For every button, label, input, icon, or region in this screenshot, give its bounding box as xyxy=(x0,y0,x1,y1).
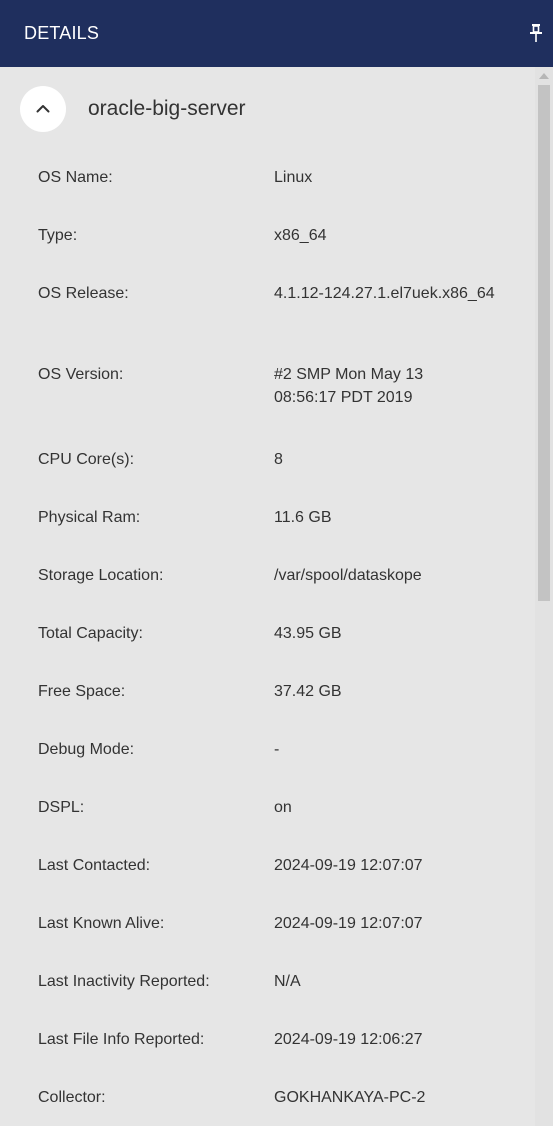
detail-value: 2024-09-19 12:07:07 xyxy=(274,915,423,932)
detail-label: Physical Ram: xyxy=(38,509,141,526)
detail-value: 2024-09-19 12:06:27 xyxy=(274,1031,423,1048)
details-content: oracle-big-server OS Name: Linux Type: x… xyxy=(0,67,535,1126)
server-row: oracle-big-server xyxy=(0,67,535,151)
panel-title: DETAILS xyxy=(24,23,100,43)
detail-value: on xyxy=(274,799,292,816)
detail-value: - xyxy=(274,741,280,758)
detail-value: N/A xyxy=(274,973,301,990)
scroll-up-arrow-icon[interactable] xyxy=(539,73,549,79)
detail-label: Collector: xyxy=(38,1089,106,1106)
detail-value: x86_64 xyxy=(274,227,327,244)
detail-label: Debug Mode: xyxy=(38,741,135,758)
server-name: oracle-big-server xyxy=(88,97,246,120)
detail-value: 37.42 GB xyxy=(274,683,342,700)
detail-value: 11.6 GB xyxy=(274,509,332,526)
detail-label: OS Version: xyxy=(38,366,124,383)
detail-label: Last Contacted: xyxy=(38,857,151,874)
detail-value: /var/spool/dataskope xyxy=(274,567,422,584)
detail-value: 2024-09-19 12:07:07 xyxy=(274,857,423,874)
pin-button[interactable] xyxy=(525,23,547,47)
detail-value: GOKHANKAYA-PC-2 xyxy=(274,1089,426,1106)
detail-label: Free Space: xyxy=(38,683,126,700)
collapse-button[interactable] xyxy=(20,86,66,132)
vertical-scrollbar[interactable] xyxy=(535,67,553,1126)
pin-icon xyxy=(529,23,543,47)
detail-value: Linux xyxy=(274,169,313,186)
details-panel: DETAILS oracle-big-server OS Name: Linux… xyxy=(0,0,553,1126)
chevron-up-icon xyxy=(36,100,50,118)
detail-value: 8 xyxy=(274,451,283,468)
detail-label: Last Known Alive: xyxy=(38,915,165,932)
detail-label: Type: xyxy=(38,227,78,244)
detail-label: Storage Location: xyxy=(38,567,164,584)
detail-label: Total Capacity: xyxy=(38,625,143,642)
detail-label: Last File Info Reported: xyxy=(38,1031,205,1048)
detail-label: OS Release: xyxy=(38,285,129,302)
panel-header: DETAILS xyxy=(0,0,553,67)
detail-label: DSPL: xyxy=(38,799,85,816)
detail-value: 4.1.12-124.27.1.el7uek.x86_64 xyxy=(274,285,495,302)
detail-label: Last Inactivity Reported: xyxy=(38,973,210,990)
detail-value: 43.95 GB xyxy=(274,625,342,642)
detail-label: OS Name: xyxy=(38,169,113,186)
detail-label: CPU Core(s): xyxy=(38,451,135,468)
detail-value: #2 SMP Mon May 13 08:56:17 PDT 2019 xyxy=(274,366,424,406)
scroll-thumb[interactable] xyxy=(538,85,550,601)
